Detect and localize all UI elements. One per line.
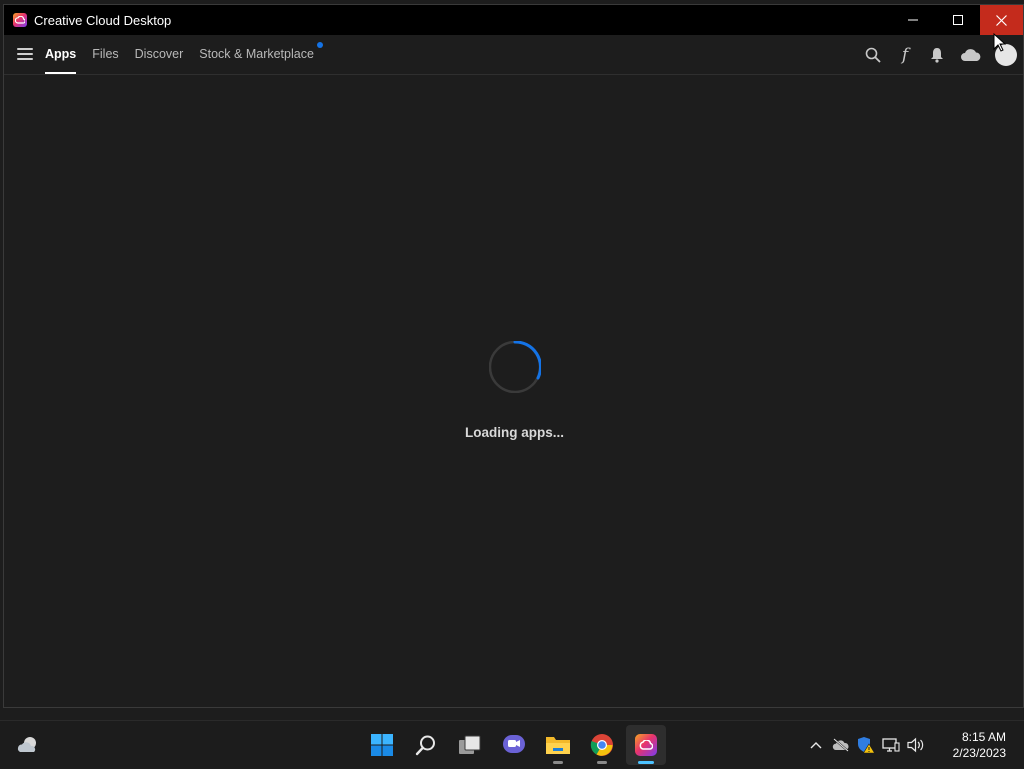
- maximize-icon: [952, 15, 963, 25]
- app-window: Creative Cloud Desktop Apps Files Discov…: [3, 4, 1024, 708]
- tab-discover[interactable]: Discover: [135, 35, 184, 74]
- tab-apps[interactable]: Apps: [45, 35, 77, 74]
- task-view-icon[interactable]: [450, 725, 490, 765]
- creative-cloud-icon: [13, 13, 27, 27]
- creative-cloud-icon[interactable]: [626, 725, 666, 765]
- volume-icon[interactable]: [907, 736, 925, 754]
- loading-message: Loading apps...: [464, 425, 564, 440]
- notification-dot: [316, 42, 323, 48]
- tab-list: Apps Files Discover Stock & Marketplace: [45, 35, 330, 74]
- file-explorer-icon[interactable]: [538, 725, 578, 765]
- clock-time: 8:15 AM: [961, 730, 1006, 744]
- fonts-icon[interactable]: f: [893, 43, 917, 67]
- chrome-icon[interactable]: [582, 725, 622, 765]
- bell-icon[interactable]: [925, 43, 949, 67]
- minimize-button[interactable]: [890, 5, 935, 35]
- tab-stock-marketplace[interactable]: Stock & Marketplace: [199, 35, 323, 74]
- maximize-button[interactable]: [935, 5, 980, 35]
- close-icon: [996, 14, 1007, 26]
- windows-start-icon[interactable]: [362, 725, 402, 765]
- chevron-up-icon[interactable]: [807, 736, 825, 754]
- taskbar: 8:15 AM 2/23/2023: [0, 720, 1024, 768]
- close-button[interactable]: [980, 5, 1023, 35]
- main-navigation: Apps Files Discover Stock & Marketplace …: [4, 35, 1023, 75]
- window-title: Creative Cloud Desktop: [34, 12, 172, 28]
- mouse-cursor: [993, 33, 1007, 52]
- loading-spinner: [489, 341, 541, 393]
- hamburger-menu-icon[interactable]: [17, 48, 33, 62]
- network-icon[interactable]: [882, 736, 900, 754]
- search-icon[interactable]: [861, 43, 885, 67]
- weather-widget-icon[interactable]: [16, 733, 40, 757]
- clock-date: 2/23/2023: [952, 746, 1006, 760]
- teams-chat-icon[interactable]: [494, 725, 534, 765]
- search-icon[interactable]: [406, 725, 446, 765]
- title-bar[interactable]: Creative Cloud Desktop: [4, 5, 1023, 35]
- cloud-icon[interactable]: [957, 43, 985, 67]
- system-clock[interactable]: 8:15 AM 2/23/2023: [940, 729, 1006, 761]
- tab-files[interactable]: Files: [92, 35, 118, 74]
- minimize-icon: [907, 19, 918, 21]
- security-warning-icon[interactable]: [857, 736, 875, 754]
- onedrive-icon[interactable]: [832, 736, 850, 754]
